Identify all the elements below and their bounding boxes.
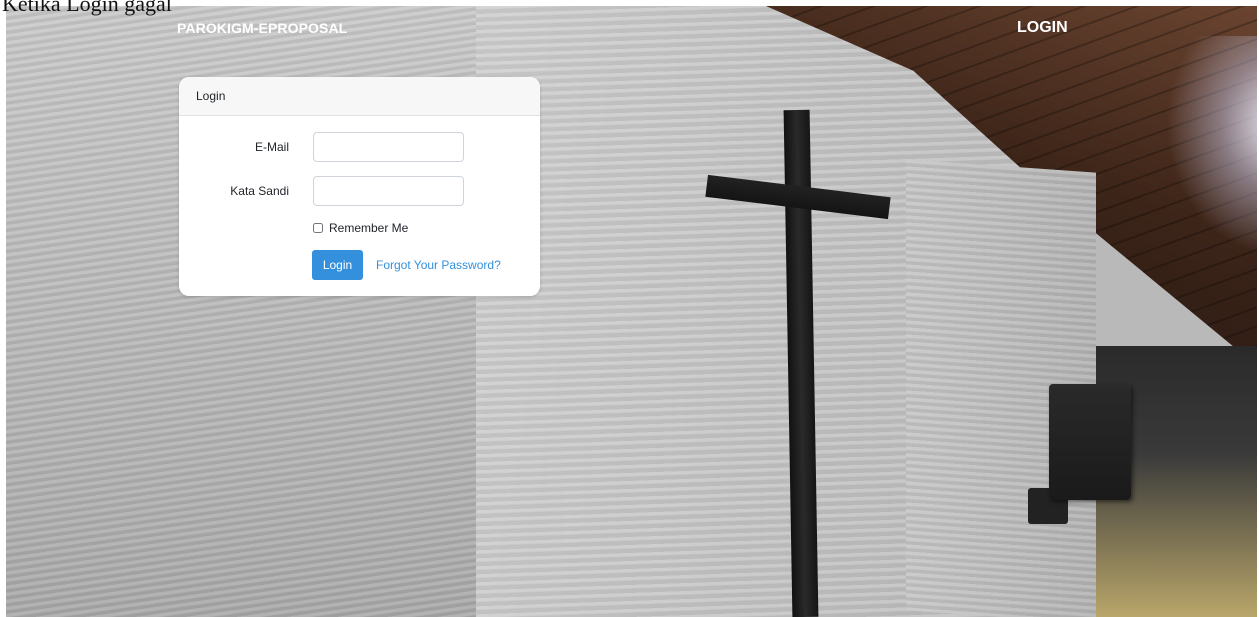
caption-text: Ketika Login gagal (2, 0, 172, 16)
password-label: Kata Sandi (230, 184, 289, 198)
remember-me-checkbox[interactable] (313, 223, 323, 233)
nav-login-link[interactable]: LOGIN (1017, 19, 1068, 37)
navbar-brand[interactable]: PAROKIGM-EPROPOSAL (177, 20, 347, 36)
password-row: Kata Sandi (179, 176, 540, 206)
speaker (1049, 384, 1131, 500)
email-row: E-Mail (179, 132, 540, 162)
login-card-header: Login (179, 77, 540, 116)
login-card: Login E-Mail Kata Sandi Remember Me Logi… (179, 77, 540, 296)
forgot-password-link[interactable]: Forgot Your Password? (376, 250, 501, 280)
email-label: E-Mail (254, 140, 289, 154)
remember-me[interactable]: Remember Me (313, 220, 408, 236)
login-button[interactable]: Login (312, 250, 363, 280)
password-field[interactable] (313, 176, 464, 206)
remember-me-label: Remember Me (329, 221, 409, 235)
window-light (1166, 36, 1257, 256)
page: Ketika Login gagal PAROKIGM-EPROPOSAL LO… (0, 0, 1259, 617)
email-field[interactable] (313, 132, 464, 162)
